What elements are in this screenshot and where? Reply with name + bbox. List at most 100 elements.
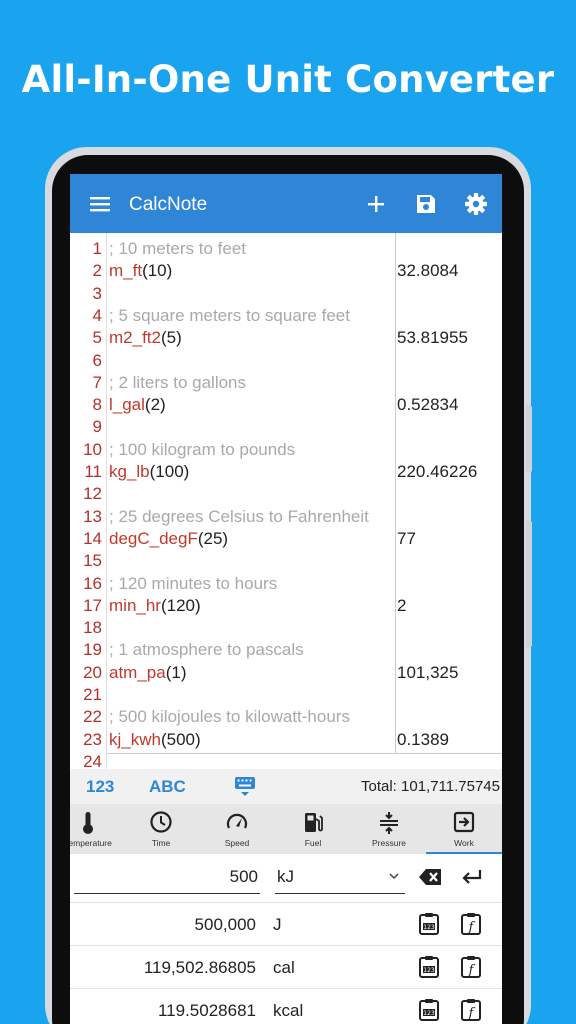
unit-converter-panel: 500 kJ 500,000 J 123 f 119,502.86805 cal 123 f 1… [70,854,502,1024]
keyboard-icon[interactable] [233,774,257,798]
line-result: 53.81955 [397,328,468,348]
editor-line[interactable]: 9 [70,416,502,438]
input-value-field[interactable]: 500 [74,867,260,894]
editor-line[interactable]: 1 ; 10 meters to feet [70,238,502,260]
function-name: l_gal [109,395,145,415]
function-args: (5) [160,328,182,348]
thermometer-icon [83,812,93,834]
function-args: (10) [142,261,173,281]
tab-time[interactable]: Time [123,804,199,854]
editor-line[interactable]: 2 m_ft(10) 32.8084 [70,260,502,282]
converted-unit: J [273,915,282,934]
chevron-down-icon [389,873,399,880]
function-name: kj_kwh [109,729,161,749]
app-title: CalcNote [129,194,208,215]
calc-editor[interactable]: 1 ; 10 meters to feet 2 m_ft(10) 32.8084 3 4 ; … [70,233,502,771]
line-number: 10 [83,439,102,459]
editor-line[interactable]: 15 [70,550,502,572]
editor-line[interactable]: 5 m2_ft2(5) 53.81955 [70,327,502,349]
editor-line[interactable]: 11 kg_lb(100) 220.46226 [70,461,502,483]
numeric-keyboard-button[interactable]: 123 [86,777,114,797]
enter-icon[interactable] [460,866,484,888]
function-args: (25) [197,528,229,548]
editor-line[interactable]: 21 [70,684,502,706]
insert-function-icon[interactable]: f [460,998,482,1022]
line-result: 101,325 [397,662,459,682]
svg-text:f: f [468,1006,476,1021]
editor-line[interactable]: 3 [70,283,502,305]
tab-fuel[interactable]: Fuel [275,804,351,854]
editor-line[interactable]: 10 ; 100 kilogram to pounds [70,439,502,461]
line-comment: ; 2 liters to gallons [109,372,247,392]
save-icon[interactable] [412,190,440,218]
input-unit-label: kJ [277,867,294,886]
menu-icon[interactable] [86,190,114,218]
editor-line[interactable]: 20 atm_pa(1) 101,325 [70,662,502,684]
svg-text:123: 123 [423,1010,435,1017]
line-number: 13 [83,506,102,526]
insert-number-icon[interactable]: 123 [418,998,440,1022]
tab-pressure[interactable]: Pressure [351,804,427,854]
function-name: min_hr [109,595,161,615]
function-name: atm_pa [109,662,166,682]
unit-category-tabs: Temperature Time Speed Fuel [70,804,502,854]
tab-speed[interactable]: Speed [199,804,275,854]
insert-function-icon[interactable]: f [460,912,482,936]
converted-unit: cal [273,958,295,977]
line-number: 1 [92,239,102,258]
editor-line[interactable]: 4 ; 5 square meters to square feet [70,305,502,327]
editor-line[interactable]: 19 ; 1 atmosphere to pascals [70,639,502,661]
app-screen: CalcNote 1 ; 10 meters to feet 2 m_ft(10) 3 2… [70,174,502,1024]
converted-unit: kcal [273,1001,304,1020]
line-number: 2 [92,261,102,281]
editor-line[interactable]: 7 ; 2 liters to gallons [70,372,502,394]
editor-line[interactable]: 14 degC_degF(25) 77 [70,528,502,550]
function-name: m2_ft2 [109,328,161,348]
editor-line[interactable]: 22 ; 500 kilojoules to kilowatt-hours [70,706,502,728]
phone-volume-button [526,405,532,473]
line-comment: ; 10 meters to feet [109,239,247,258]
insert-function-icon[interactable]: f [460,955,482,979]
line-number: 19 [83,640,102,660]
svg-text:123: 123 [423,924,435,931]
line-number: 15 [83,551,102,571]
svg-text:f: f [468,963,476,978]
tab-label: Work [454,838,474,848]
fuel-pump-icon [305,813,323,832]
editor-line[interactable]: 18 [70,617,502,639]
keyboard-toolbar: 123 ABC Total: 101,711.75745 [70,769,502,804]
input-unit-select[interactable]: kJ [275,867,405,894]
conversion-result-row: 119.5028681 kcal 123 f [70,988,502,1024]
function-args: (100) [149,462,190,481]
line-comment: ; 100 kilogram to pounds [109,439,296,459]
alpha-keyboard-button[interactable]: ABC [149,777,186,797]
tab-temperature[interactable]: Temperature [70,804,126,854]
line-number: 18 [83,618,102,638]
add-icon[interactable] [362,190,390,218]
editor-line[interactable]: 6 [70,350,502,372]
editor-line[interactable]: 13 ; 25 degrees Celsius to Fahrenheit [70,506,502,528]
tab-work[interactable]: Work [426,804,502,854]
backspace-icon[interactable] [418,866,444,888]
app-bar: CalcNote [70,174,502,233]
function-name: m_ft [109,261,143,281]
line-number: 6 [92,350,102,370]
editor-line[interactable]: 16 ; 120 minutes to hours [70,573,502,595]
editor-line[interactable]: 8 l_gal(2) 0.52834 [70,394,502,416]
editor-line[interactable]: 12 [70,483,502,505]
line-number: 4 [92,305,102,325]
insert-number-icon[interactable]: 123 [418,955,440,979]
tab-label: Pressure [371,838,406,848]
line-comment: ; 120 minutes to hours [109,573,278,593]
svg-text:123: 123 [423,967,435,974]
line-comment: ; 5 square meters to square feet [109,305,350,325]
editor-line[interactable]: 17 min_hr(120) 2 [70,595,502,617]
insert-number-icon[interactable]: 123 [418,912,440,936]
function-args: (2) [144,395,166,415]
converter-input-row: 500 kJ [70,854,502,901]
settings-gear-icon[interactable] [462,190,490,218]
pressure-icon [380,812,398,834]
line-comment: ; 500 kilojoules to kilowatt-hours [109,707,350,727]
line-number: 16 [83,573,102,593]
editor-line[interactable]: 23 kj_kwh(500) 0.1389 [70,729,502,751]
